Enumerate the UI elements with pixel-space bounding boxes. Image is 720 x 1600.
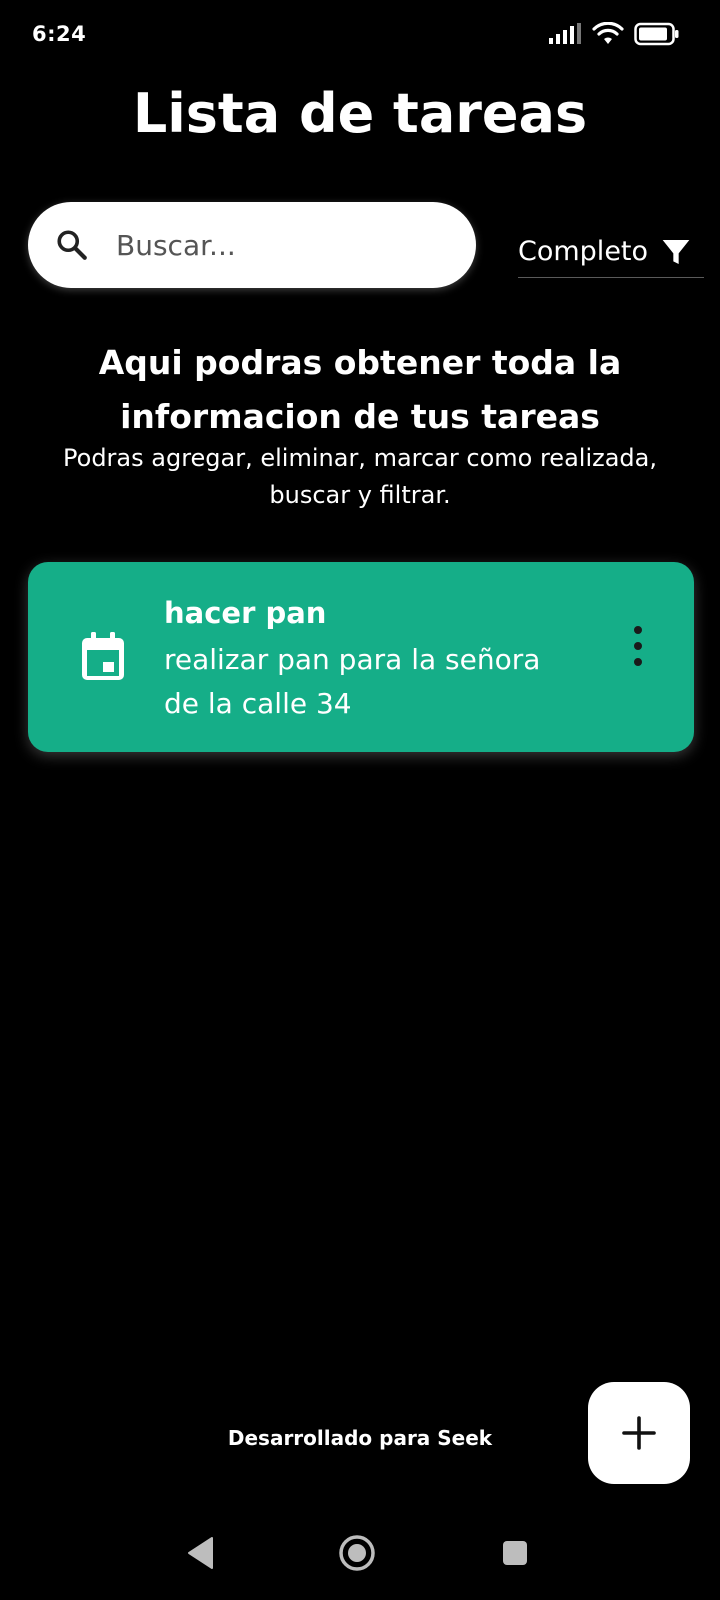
wifi-icon (592, 22, 624, 44)
status-time: 6:24 (32, 22, 87, 46)
signal-icon (549, 23, 581, 44)
battery-icon (634, 22, 679, 46)
search-icon (57, 230, 87, 260)
task-title: hacer pan (164, 596, 327, 630)
back-icon[interactable] (186, 1536, 214, 1570)
info-heading: Aqui podras obtener toda la informacion … (98, 343, 622, 436)
menu-dot (634, 642, 642, 650)
search-bar[interactable] (28, 202, 476, 288)
task-more-options-icon[interactable] (626, 626, 650, 666)
filter-dropdown[interactable]: Completo (518, 226, 704, 278)
recents-icon[interactable] (502, 1540, 528, 1566)
home-icon[interactable] (338, 1534, 376, 1572)
filter-icon (662, 239, 690, 264)
info-subtext: Podras agregar, eliminar, marcar como re… (63, 444, 657, 509)
status-icons (548, 22, 680, 46)
calendar-icon (82, 632, 124, 680)
task-card[interactable]: hacer pan realizar pan para la señora de… (28, 562, 694, 752)
system-nav-bar (0, 1510, 720, 1600)
add-task-button[interactable] (588, 1382, 690, 1484)
menu-dot (634, 658, 642, 666)
menu-dot (634, 626, 642, 634)
search-input[interactable] (114, 227, 448, 263)
task-description: realizar pan para la señora de la calle … (164, 643, 541, 720)
plus-icon (622, 1416, 656, 1450)
app-screen: 6:24 Lista de tareas Buscar... Completo … (0, 0, 720, 1600)
page-title: Lista de tareas (132, 82, 588, 145)
filter-selected-label: Completo (518, 236, 649, 267)
status-bar: 6:24 (0, 0, 720, 72)
